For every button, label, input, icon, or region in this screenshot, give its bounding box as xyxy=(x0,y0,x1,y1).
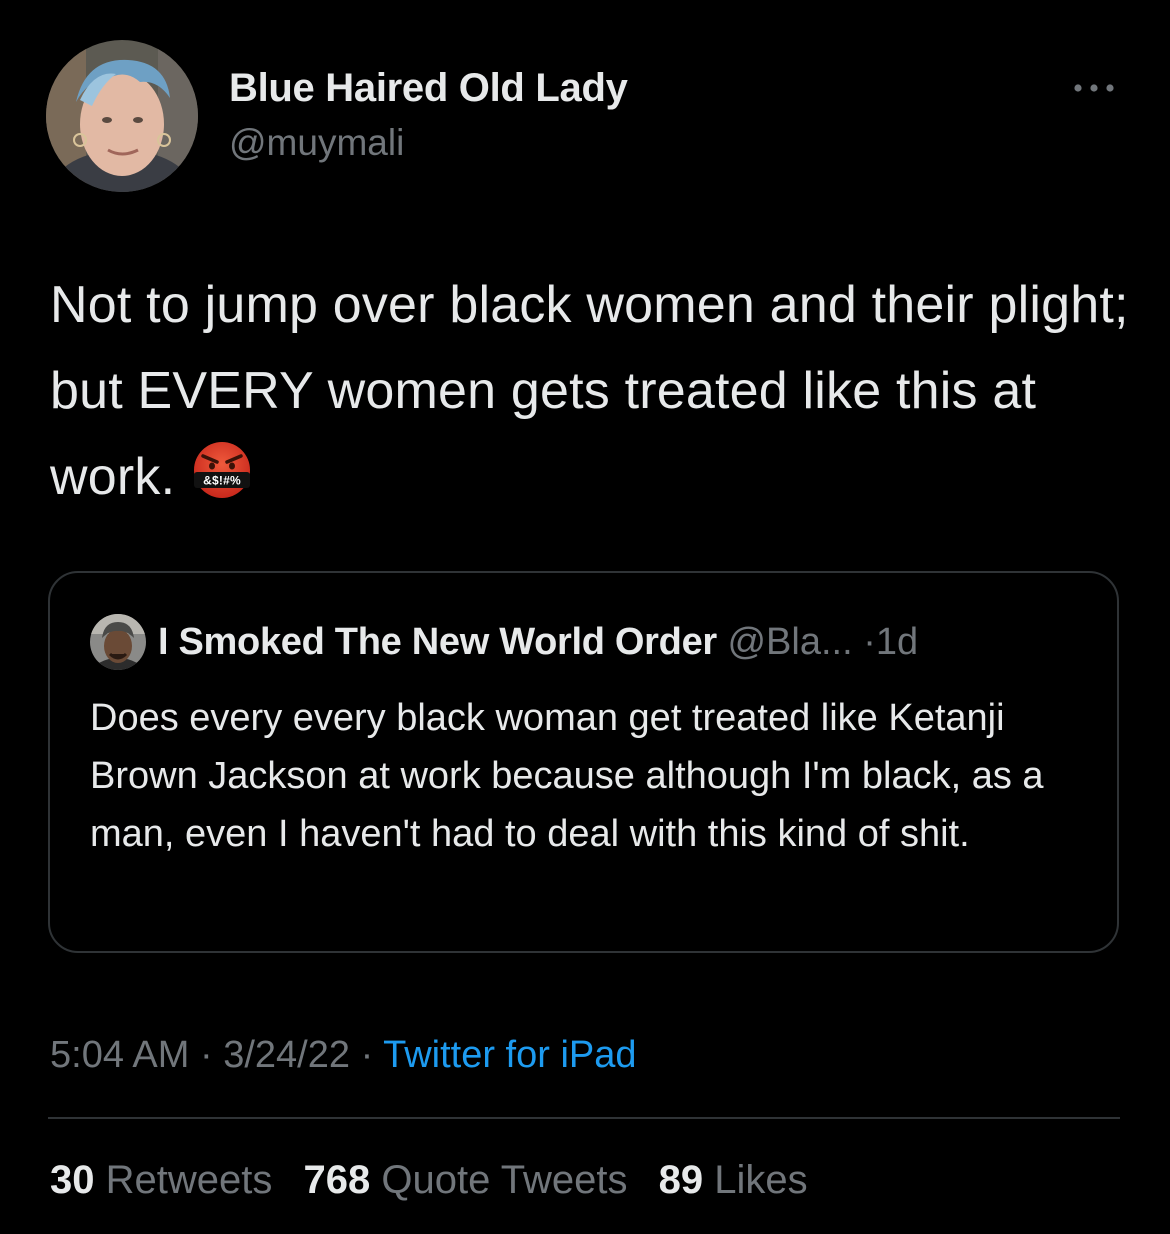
quoted-author-avatar xyxy=(90,614,146,670)
tweet-source-link[interactable]: Twitter for iPad xyxy=(383,1034,636,1076)
likes-label: Likes xyxy=(714,1158,808,1202)
author-name[interactable]: Blue Haired Old Lady xyxy=(229,66,628,111)
quoted-tweet-header: I Smoked The New World Order @Bla... ·1d xyxy=(158,621,918,664)
more-icon[interactable] xyxy=(1072,80,1116,96)
likes-stat[interactable]: 89 Likes xyxy=(659,1158,808,1202)
retweets-count: 30 xyxy=(50,1158,95,1202)
tweet-stats: 30 Retweets 768 Quote Tweets 89 Likes xyxy=(50,1158,828,1203)
quote-tweets-label: Quote Tweets xyxy=(381,1158,628,1202)
retweets-stat[interactable]: 30 Retweets xyxy=(50,1158,272,1202)
divider xyxy=(48,1117,1120,1119)
quoted-separator: · xyxy=(863,621,876,663)
author-handle[interactable]: @muymali xyxy=(229,122,404,164)
quote-tweets-count: 768 xyxy=(303,1158,371,1202)
angry-emoji-icon: &$!#% xyxy=(189,440,255,526)
tweet-text: Not to jump over black women and their p… xyxy=(50,262,1130,526)
tweet-date[interactable]: 3/24/22 xyxy=(223,1034,350,1076)
quoted-tweet-card[interactable]: I Smoked The New World Order @Bla... ·1d… xyxy=(48,571,1119,953)
likes-count: 89 xyxy=(658,1158,704,1202)
tweet-meta: 5:04 AM · 3/24/22 · Twitter for iPad xyxy=(50,1034,637,1077)
meta-separator: · xyxy=(360,1034,374,1076)
tweet-time[interactable]: 5:04 AM xyxy=(50,1034,189,1076)
meta-separator: · xyxy=(199,1034,213,1076)
quoted-author-handle[interactable]: @Bla... xyxy=(727,621,852,663)
retweets-label: Retweets xyxy=(105,1158,273,1202)
quoted-tweet-text: Does every every black woman get treated… xyxy=(90,697,1044,855)
quote-tweets-stat[interactable]: 768 Quote Tweets xyxy=(304,1158,628,1202)
quoted-author-name[interactable]: I Smoked The New World Order xyxy=(158,621,717,663)
emoji-symbols: &$!#% xyxy=(203,474,241,488)
quoted-time[interactable]: 1d xyxy=(876,621,918,663)
author-avatar[interactable] xyxy=(46,40,198,192)
